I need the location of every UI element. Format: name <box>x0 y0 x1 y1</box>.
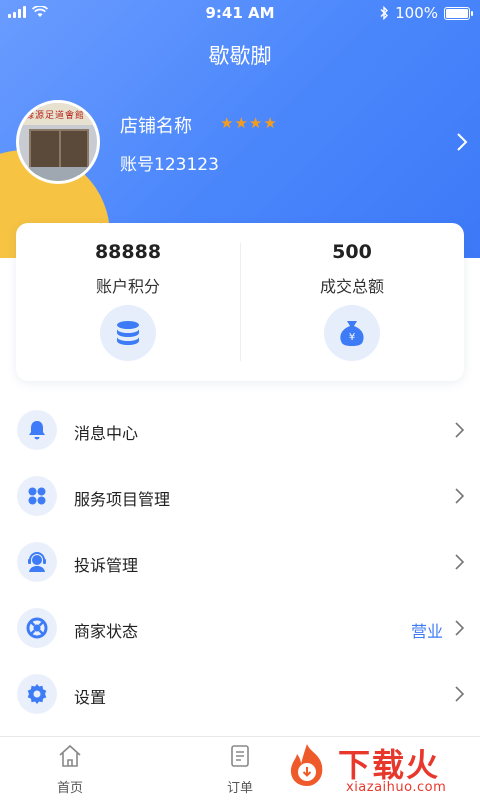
turnover-value: 500 <box>332 241 372 263</box>
chevron-right-icon <box>455 686 465 702</box>
chevron-right-icon[interactable] <box>452 130 472 154</box>
stats-card: 88888 账户积分 500 成交总额 ¥ <box>16 223 464 381</box>
chevron-right-icon <box>455 554 465 570</box>
menu-label-merchant-status: 商家状态 <box>74 622 139 641</box>
stat-turnover[interactable]: 500 成交总额 ¥ <box>240 223 464 381</box>
account-number: 账号123123 <box>120 155 219 175</box>
shop-avatar: 緑源足道會館 <box>16 100 100 184</box>
home-icon <box>59 744 81 767</box>
merchant-status-value: 营业 <box>410 622 443 641</box>
menu-item-complaints[interactable]: 投诉管理 <box>0 530 480 596</box>
stat-points[interactable]: 88888 账户积分 <box>16 223 240 381</box>
turnover-label: 成交总额 <box>319 277 384 296</box>
page-title: 歇歇脚 <box>208 44 272 68</box>
svg-text:¥: ¥ <box>349 332 355 343</box>
gear-icon <box>17 674 57 714</box>
menu-item-settings[interactable]: 设置 <box>0 662 480 728</box>
lifebuoy-icon <box>17 608 57 648</box>
watermark-domain: xiazaihuo.com <box>346 780 447 795</box>
menu-item-messages[interactable]: 消息中心 <box>0 398 480 464</box>
tab-label-orders: 订单 <box>226 781 253 796</box>
chevron-right-icon <box>455 620 465 636</box>
menu-item-services[interactable]: 服务项目管理 <box>0 464 480 530</box>
tab-label-home: 首页 <box>56 781 83 796</box>
money-bag-icon: ¥ <box>324 305 380 361</box>
support-agent-icon <box>17 542 57 582</box>
menu-label-services: 服务项目管理 <box>74 490 171 509</box>
tab-home[interactable]: 首页 <box>30 743 110 796</box>
points-value: 88888 <box>94 241 162 263</box>
chevron-right-icon <box>455 488 465 504</box>
bluetooth-icon <box>380 6 389 20</box>
shop-name: 店铺名称 <box>120 116 192 137</box>
grid-icon <box>17 476 57 516</box>
shop-sign-text: 緑源足道會館 <box>25 111 86 121</box>
menu-label-settings: 设置 <box>74 688 107 707</box>
flame-logo-icon <box>290 744 323 786</box>
watermark: 下载火 xiazaihuo.com <box>284 738 480 800</box>
status-bar: 9:41 AM 100% <box>0 0 480 28</box>
menu-label-messages: 消息中心 <box>74 424 139 443</box>
bell-icon <box>17 410 57 450</box>
chevron-right-icon <box>455 422 465 438</box>
points-label: 账户积分 <box>95 277 160 296</box>
menu-item-merchant-status[interactable]: 商家状态 营业 <box>0 596 480 662</box>
battery-percentage: 100% <box>395 4 438 22</box>
shop-ground <box>19 167 97 181</box>
tab-orders[interactable]: 订单 <box>200 743 280 796</box>
rating-stars: ★★★★ <box>220 114 278 132</box>
coins-icon <box>100 305 156 361</box>
shop-profile[interactable]: 緑源足道會館 店铺名称 ★★★★ 账号123123 <box>16 100 476 190</box>
settings-menu: 消息中心 服务项目管理 投诉管理 商家状态 营业 设置 <box>0 398 480 728</box>
status-right: 100% <box>379 4 473 22</box>
menu-label-complaints: 投诉管理 <box>74 556 139 575</box>
battery-icon <box>444 6 473 20</box>
orders-icon <box>231 745 249 767</box>
